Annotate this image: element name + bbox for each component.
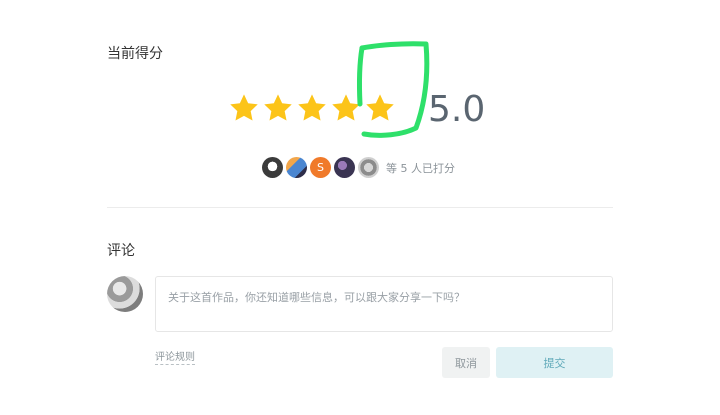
comment-placeholder: 关于这首作品，你还知道哪些信息，可以跟大家分享一下吗？ xyxy=(168,291,465,304)
comment-section-title: 评论 xyxy=(107,243,135,259)
cancel-button[interactable]: 取消 xyxy=(442,347,490,378)
rater-avatar[interactable]: S xyxy=(310,157,331,178)
rater-avatar[interactable] xyxy=(334,157,355,178)
section-divider xyxy=(107,207,613,208)
star-icon[interactable] xyxy=(296,92,328,124)
annotation-mark xyxy=(356,41,430,138)
rater-avatar[interactable] xyxy=(262,157,283,178)
star-icon[interactable] xyxy=(262,92,294,124)
rater-avatar[interactable] xyxy=(286,157,307,178)
rater-avatars: S xyxy=(262,157,379,178)
rater-avatar[interactable] xyxy=(358,157,379,178)
user-avatar xyxy=(107,276,143,312)
rating-score: 5.0 xyxy=(428,89,486,130)
submit-button[interactable]: 提交 xyxy=(496,347,613,378)
star-icon[interactable] xyxy=(228,92,260,124)
raters-count: 等 5 人已打分 xyxy=(386,162,455,175)
comment-rules-link[interactable]: 评论规则 xyxy=(155,348,195,365)
comment-input[interactable]: 关于这首作品，你还知道哪些信息，可以跟大家分享一下吗？ xyxy=(155,276,613,332)
rating-section-title: 当前得分 xyxy=(107,46,163,62)
